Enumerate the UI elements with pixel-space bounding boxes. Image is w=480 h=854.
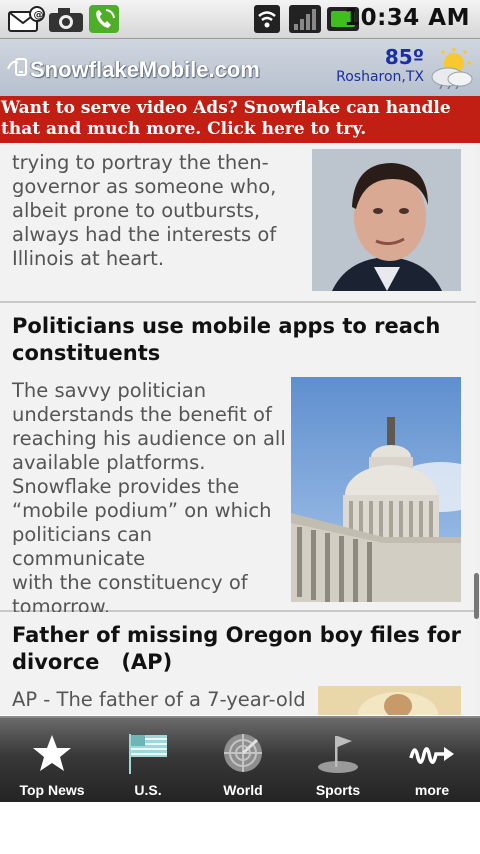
article-summary: trying to portray the then- governor as … [12, 143, 302, 271]
app-header: SnowflakeMobile.com 85º Rosharon,TX [0, 39, 480, 97]
tab-top-news[interactable]: Top News [4, 718, 100, 802]
article-photo-portrait[interactable] [312, 149, 461, 291]
tab-more[interactable]: more [384, 718, 480, 802]
headline-line: divorce (AP) [12, 650, 173, 674]
article-photo-capitol[interactable] [291, 377, 461, 602]
article-headline[interactable]: Father of missing Oregon boy files for d… [12, 622, 472, 676]
summary-line: with the constituency of [12, 571, 248, 594]
summary-line: politicians can communicate [12, 523, 153, 570]
bottom-tab-bar: Top News U.S. World Sports more [0, 716, 480, 802]
headline-line: Father of missing Oregon boy files for [12, 623, 461, 647]
article-summary: AP - The father of a 7-year-old [12, 688, 312, 712]
phone-call-icon [89, 5, 119, 33]
snowflake-logo-icon[interactable] [6, 53, 30, 79]
tab-world[interactable]: World [195, 718, 291, 802]
status-bar: @ 10:34 AM [0, 0, 480, 39]
ad-banner[interactable]: Want to serve video Ads? Snowflake can h… [0, 96, 480, 143]
us-flag-icon [129, 734, 167, 774]
summary-line: available platforms. [12, 451, 206, 474]
ad-line-2: that and much more. Click here to try. [1, 119, 367, 139]
summary-line: AP - The father of a 7-year-old [12, 688, 306, 711]
summary-line: reaching his audience on all [12, 427, 286, 450]
article-summary: The savvy politician understands the ben… [12, 379, 287, 619]
summary-line: Snowflake provides the [12, 475, 240, 498]
news-article[interactable]: Father of missing Oregon boy files for d… [0, 612, 476, 715]
tab-label: Sports [315, 782, 361, 798]
email-notification-icon: @ [8, 6, 45, 32]
scrollbar-thumb[interactable] [474, 573, 479, 619]
news-list[interactable]: trying to portray the then- governor as … [0, 143, 480, 715]
camera-icon [49, 8, 83, 32]
tab-sports[interactable]: Sports [290, 718, 386, 802]
summary-line: albeit prone to outbursts, [12, 199, 261, 222]
tab-us[interactable]: U.S. [100, 718, 196, 802]
wifi-icon [254, 5, 280, 33]
weather-temperature: 85º [384, 45, 424, 69]
headline-line: constituents [12, 341, 161, 365]
app-logo-text[interactable]: SnowflakeMobile.com [30, 57, 260, 83]
golf-flag-icon [318, 736, 358, 773]
status-time: 10:34 AM [344, 5, 470, 31]
article-headline[interactable]: Politicians use mobile apps to reach con… [12, 313, 472, 367]
tab-label: Top News [19, 782, 85, 798]
headline-line: Politicians use mobile apps to reach [12, 314, 441, 338]
summary-line: understands the benefit of [12, 403, 272, 426]
summary-line: “mobile podium” on which [12, 499, 272, 522]
news-article[interactable]: Politicians use mobile apps to reach con… [0, 303, 476, 618]
article-photo[interactable] [318, 686, 461, 715]
tab-label: U.S. [134, 782, 162, 798]
summary-line: always had the interests of [12, 223, 277, 246]
ad-line-1: Want to serve video Ads? Snowflake can h… [1, 98, 451, 118]
tab-label: more [414, 782, 450, 798]
summary-line: The savvy politician [12, 379, 207, 402]
svg-text:@: @ [34, 10, 44, 21]
summary-line: governor as someone who, [12, 175, 277, 198]
summary-line: trying to portray the then- [12, 151, 269, 174]
signal-icon [289, 5, 321, 33]
star-icon [33, 735, 71, 771]
more-arrow-icon [409, 747, 454, 764]
summary-line: Illinois at heart. [12, 247, 165, 270]
tab-label: World [223, 782, 263, 798]
weather-location: Rosharon,TX [336, 69, 424, 85]
partly-cloudy-icon[interactable] [428, 47, 474, 89]
globe-radar-icon [224, 734, 262, 772]
news-article[interactable]: trying to portray the then- governor as … [0, 143, 476, 303]
